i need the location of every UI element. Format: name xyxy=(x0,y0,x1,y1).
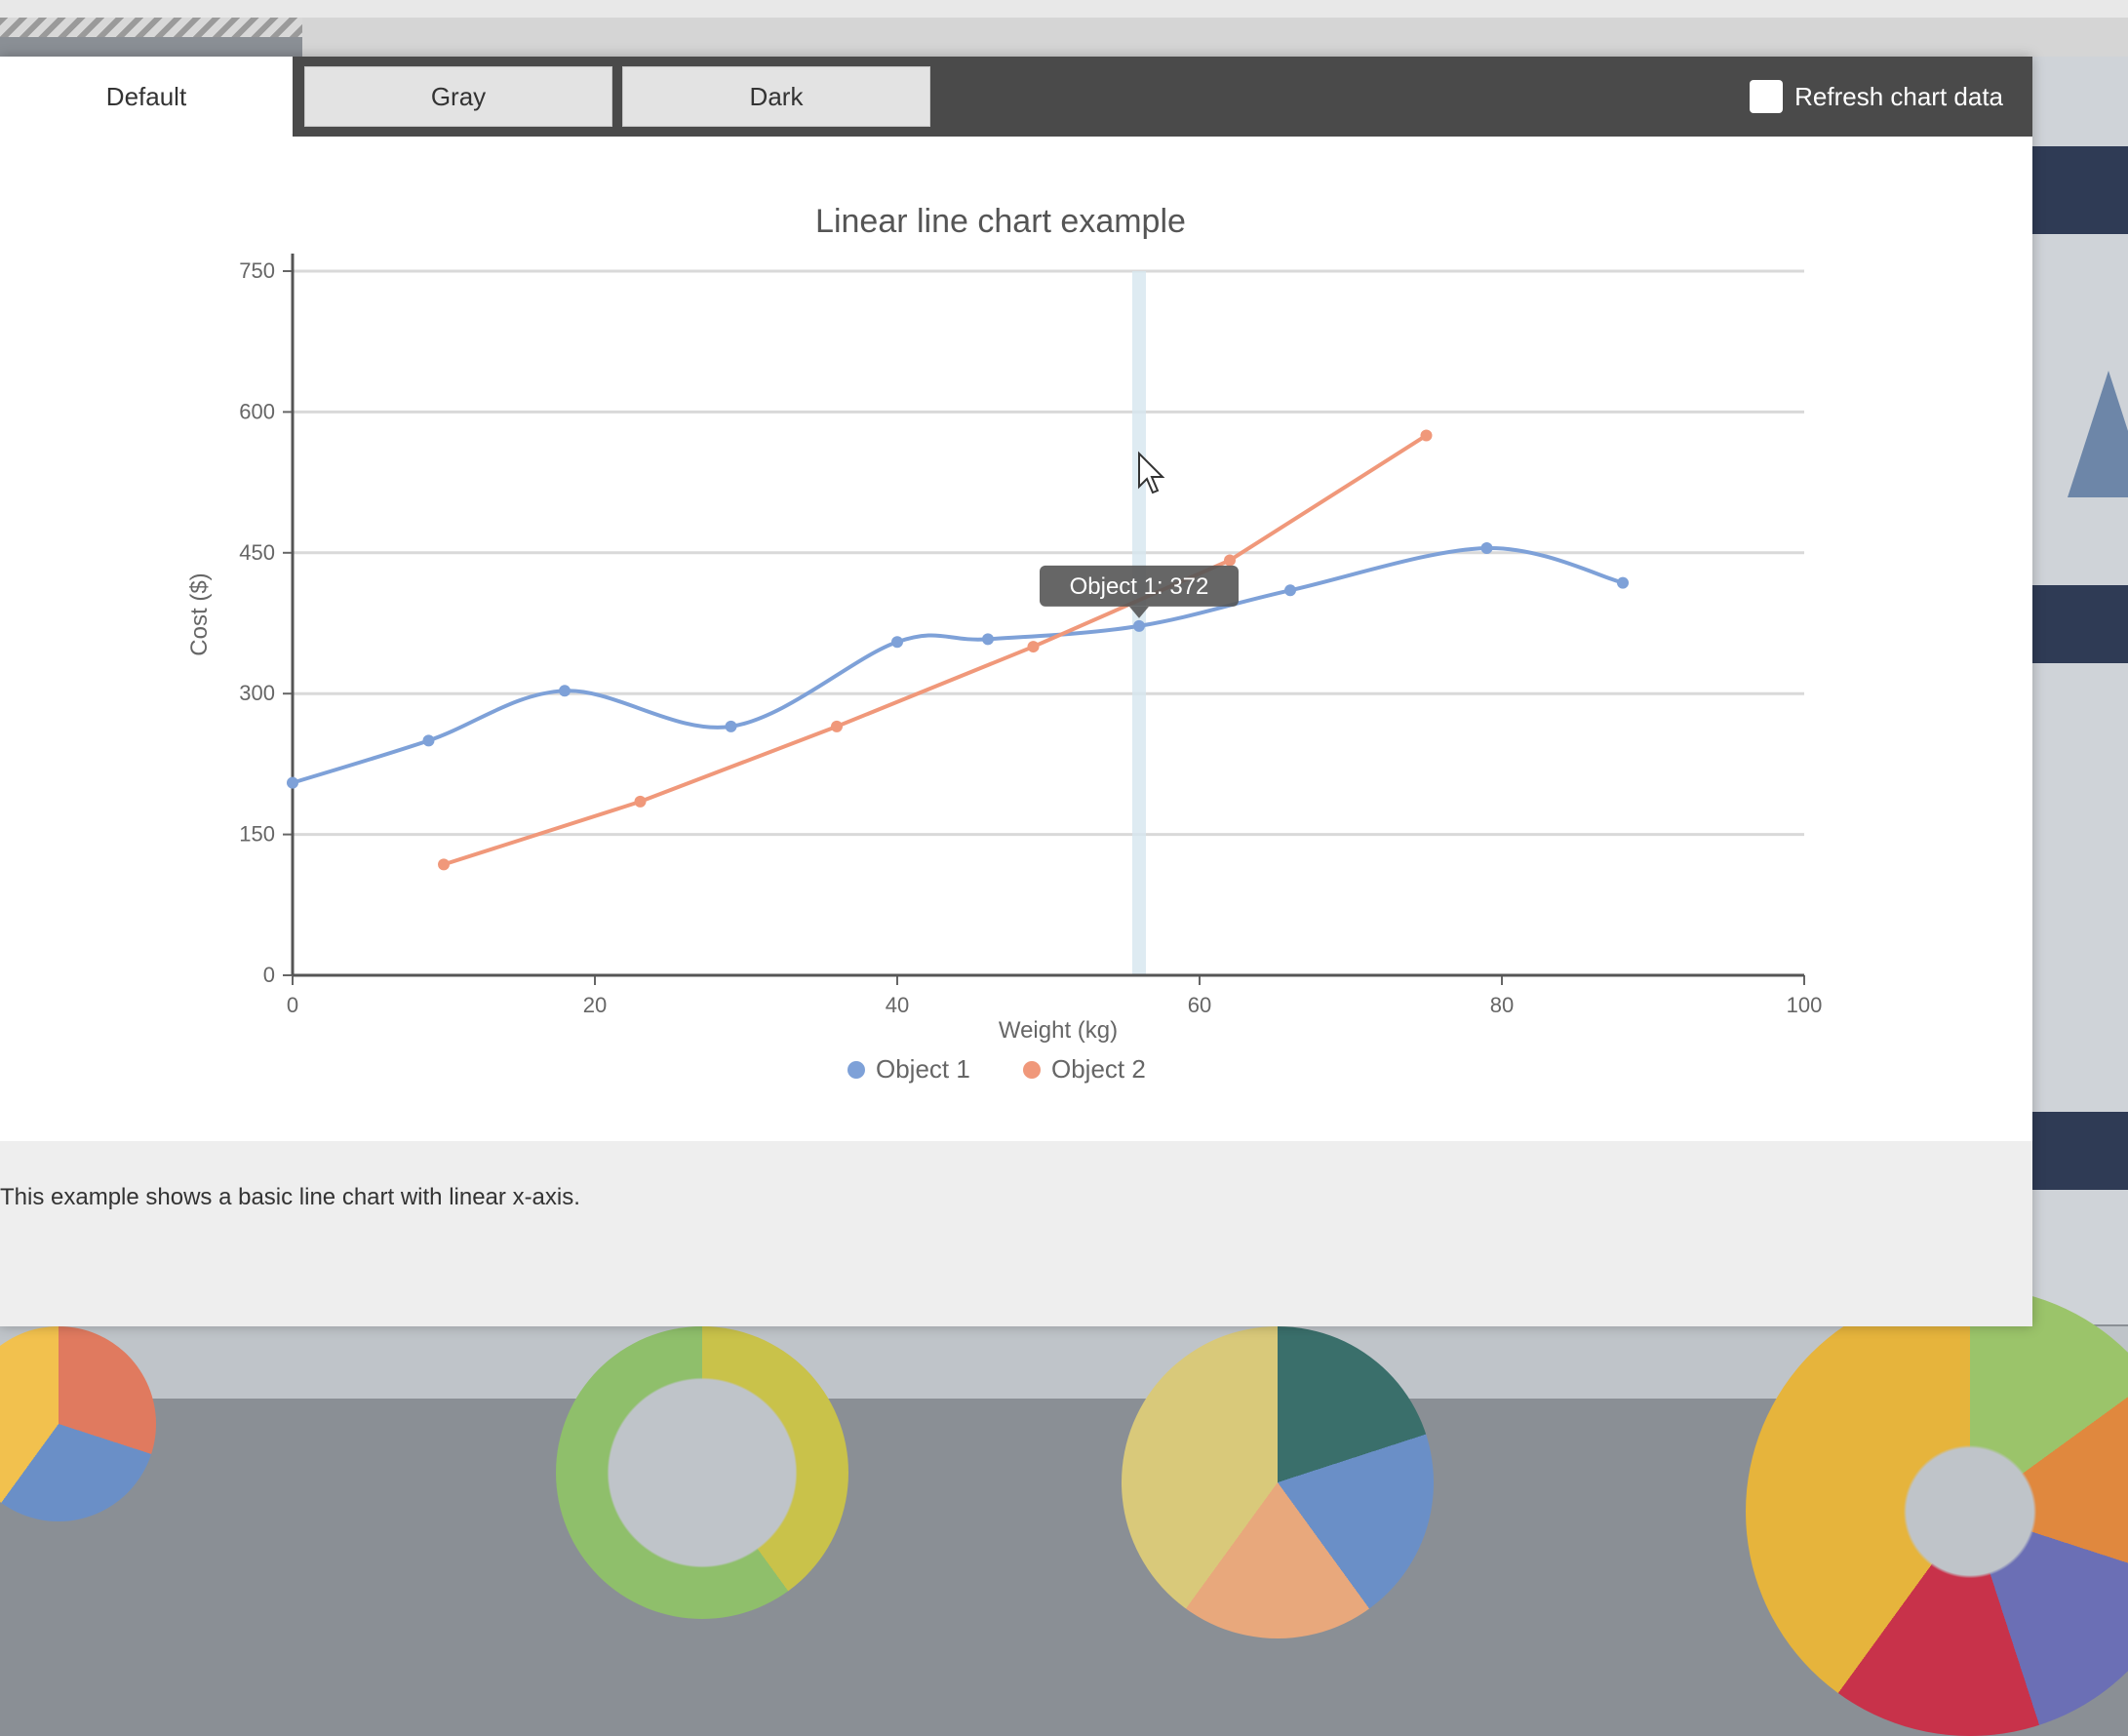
series-line-2 xyxy=(443,433,1428,867)
tab-default[interactable]: Default xyxy=(0,57,293,137)
background-header-strip xyxy=(302,18,2128,57)
data-point[interactable] xyxy=(1617,576,1629,589)
data-point[interactable] xyxy=(1027,641,1040,653)
chart-area: Linear line chart example 0 150 300 450 600 7… xyxy=(0,137,2032,1141)
data-point[interactable] xyxy=(422,734,435,747)
data-point[interactable] xyxy=(982,633,994,646)
background-pie xyxy=(1122,1326,1434,1638)
x-axis-label: Weight (kg) xyxy=(999,1017,1118,1044)
data-point[interactable] xyxy=(1224,554,1236,567)
data-point[interactable] xyxy=(891,636,903,649)
y-tick-label: 600 xyxy=(239,399,275,423)
background-triangle-chart xyxy=(2068,371,2128,497)
data-point[interactable] xyxy=(1133,619,1145,632)
x-tick-label: 0 xyxy=(287,993,298,1017)
tab-label: Gray xyxy=(430,81,487,111)
line-chart[interactable]: Linear line chart example 01503004506007… xyxy=(0,137,2032,1141)
y-tick-label: 150 xyxy=(239,822,275,847)
background-band xyxy=(2032,146,2128,234)
data-point[interactable] xyxy=(559,685,571,697)
legend-marker-1 xyxy=(847,1061,865,1079)
tab-label: Dark xyxy=(749,81,804,111)
refresh-label: Refresh chart data xyxy=(1794,81,2003,111)
tab-label: Default xyxy=(105,81,187,111)
x-tick-label: 60 xyxy=(1188,993,1211,1017)
legend-label-2[interactable]: Object 2 xyxy=(1051,1054,1146,1084)
background-band xyxy=(2032,585,2128,663)
y-axis-label: Cost ($) xyxy=(186,572,213,655)
background-donut xyxy=(556,1326,848,1619)
chart-description-panel: This example shows a basic line chart wi… xyxy=(0,1141,2032,1326)
tab-gray[interactable]: Gray xyxy=(304,66,612,127)
refresh-chart-data-toggle[interactable]: Refresh chart data xyxy=(1750,76,2003,117)
background-hatch-pattern xyxy=(0,18,302,37)
data-point[interactable] xyxy=(438,858,450,871)
y-tick-label: 300 xyxy=(239,681,275,705)
y-tick-label: 450 xyxy=(239,540,275,565)
tooltip-text: Object 1: 372 xyxy=(1070,573,1209,600)
x-tick-label: 40 xyxy=(886,993,909,1017)
data-point[interactable] xyxy=(1420,429,1433,442)
data-point[interactable] xyxy=(1284,584,1296,597)
x-tick-label: 20 xyxy=(583,993,607,1017)
data-point[interactable] xyxy=(634,795,647,808)
x-tick-label: 100 xyxy=(1787,993,1823,1017)
background-band xyxy=(2032,1112,2128,1190)
legend-label-1[interactable]: Object 1 xyxy=(876,1054,970,1084)
chart-description: This example shows a basic line chart wi… xyxy=(0,1184,580,1210)
data-point[interactable] xyxy=(1480,541,1493,554)
data-point[interactable] xyxy=(831,720,843,732)
x-tick-label: 80 xyxy=(1490,993,1514,1017)
y-tick-label: 0 xyxy=(263,963,275,987)
series-line-1 xyxy=(292,545,1624,785)
tab-dark[interactable]: Dark xyxy=(622,66,930,127)
tab-bar: Default Gray Dark Refresh chart data xyxy=(0,57,2032,137)
y-tick-label: 750 xyxy=(239,258,275,283)
chart-title: Linear line chart example xyxy=(815,203,1186,240)
data-point[interactable] xyxy=(287,776,298,789)
background-top-bar xyxy=(0,0,2128,18)
legend-marker-2 xyxy=(1023,1061,1041,1079)
chart-modal: Default Gray Dark Refresh chart data Lin… xyxy=(0,57,2032,1326)
refresh-checkbox[interactable] xyxy=(1750,80,1784,113)
data-point[interactable] xyxy=(725,720,737,732)
